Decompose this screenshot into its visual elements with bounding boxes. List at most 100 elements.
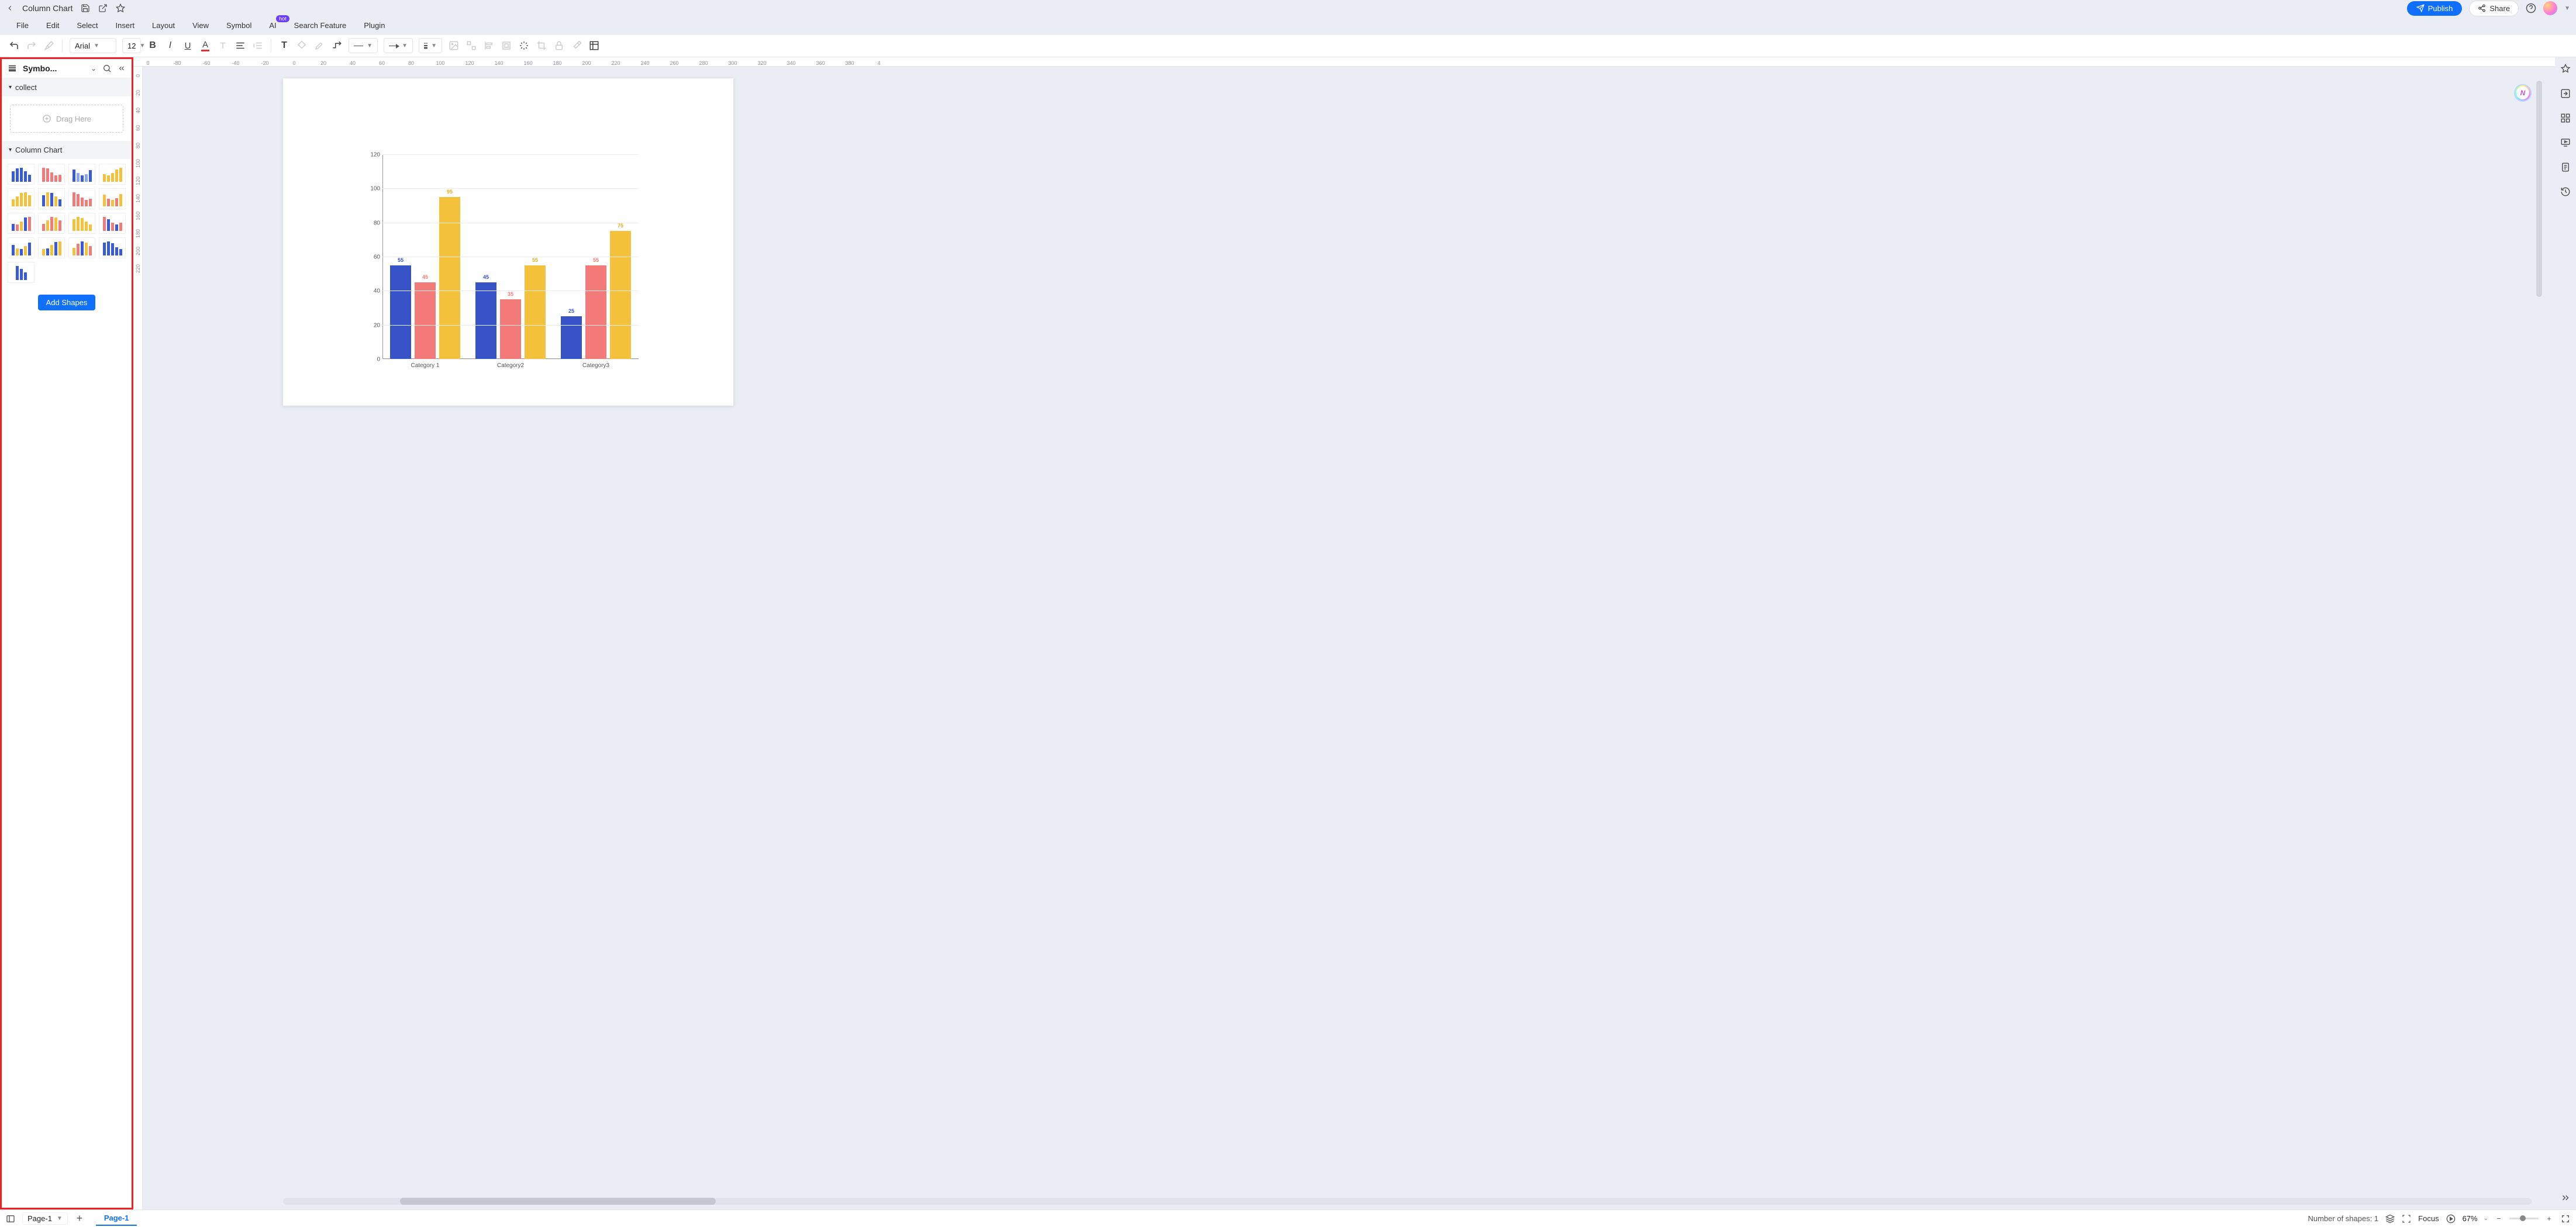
group-icon[interactable] (501, 40, 512, 51)
play-icon[interactable] (2446, 1214, 2456, 1223)
section-collect[interactable]: ▾ collect (2, 78, 132, 96)
avatar-caret-icon[interactable]: ▼ (2564, 5, 2570, 12)
text-box-icon[interactable]: T (278, 40, 290, 51)
shape-thumb[interactable] (68, 188, 95, 209)
font-size-select[interactable]: 12 ▼ (122, 38, 141, 53)
shape-thumb[interactable] (38, 213, 65, 234)
layers-icon[interactable] (2385, 1214, 2395, 1223)
zoom-in-icon[interactable]: + (2544, 1214, 2554, 1223)
chevron-down-icon[interactable]: ⌄ (2484, 1215, 2488, 1222)
menu-item-ai[interactable]: AIhot (269, 21, 276, 30)
connector-icon[interactable] (331, 40, 343, 51)
ai-badge[interactable]: N (2514, 84, 2532, 102)
settings-icon[interactable] (571, 40, 582, 51)
focus-label[interactable]: Focus (2418, 1214, 2439, 1223)
align-left-icon[interactable] (483, 40, 495, 51)
save-icon[interactable] (81, 4, 90, 13)
font-color-icon[interactable]: A (199, 40, 211, 51)
data-table-icon[interactable] (588, 40, 600, 51)
star-icon[interactable] (116, 4, 125, 13)
menu-item-select[interactable]: Select (77, 21, 98, 30)
arrow-style-select[interactable]: ▼ (384, 38, 413, 53)
shape-thumb[interactable] (8, 164, 35, 185)
canvas-viewport[interactable]: 554595453555255575 020406080100120Catego… (143, 67, 2555, 1209)
lock-icon[interactable] (553, 40, 565, 51)
zoom-slider[interactable] (2509, 1218, 2539, 1219)
font-select[interactable]: Arial ▼ (70, 38, 116, 53)
fullscreen-icon[interactable] (2561, 1214, 2570, 1223)
menu-item-symbol[interactable]: Symbol (226, 21, 251, 30)
shape-thumb[interactable] (8, 188, 35, 209)
shape-thumb[interactable] (99, 164, 126, 185)
crop-icon[interactable] (536, 40, 547, 51)
shape-icon[interactable] (465, 40, 477, 51)
theme-icon[interactable] (2560, 63, 2571, 75)
text-style-icon[interactable]: T (217, 40, 229, 51)
format-painter-icon[interactable] (43, 40, 55, 51)
menu-item-view[interactable]: View (192, 21, 209, 30)
shape-thumb[interactable] (68, 213, 95, 234)
menu-item-file[interactable]: File (16, 21, 29, 30)
line-weight-select[interactable]: ▼ (419, 38, 442, 53)
shape-thumb[interactable] (99, 213, 126, 234)
align-icon[interactable] (235, 40, 246, 51)
bold-icon[interactable]: B (147, 40, 158, 51)
page-select[interactable]: Page-1 ▼ (22, 1212, 68, 1225)
shape-thumb[interactable] (99, 188, 126, 209)
shape-thumb[interactable] (99, 237, 126, 258)
present-icon[interactable] (2560, 137, 2571, 148)
canvas-page[interactable]: 554595453555255575 020406080100120Catego… (283, 78, 733, 406)
fill-icon[interactable] (296, 40, 308, 51)
shape-thumb[interactable] (38, 188, 65, 209)
shape-thumb[interactable] (8, 262, 35, 283)
zoom-out-icon[interactable]: − (2494, 1214, 2503, 1223)
vertical-scrollbar[interactable] (2536, 77, 2542, 1192)
avatar[interactable] (2543, 1, 2557, 15)
menu-item-layout[interactable]: Layout (152, 21, 175, 30)
add-shapes-button[interactable]: Add Shapes (38, 295, 96, 310)
collapse-right-icon[interactable] (2560, 1192, 2571, 1204)
image-icon[interactable] (448, 40, 460, 51)
search-icon[interactable] (102, 64, 112, 73)
menu-item-search-feature[interactable]: Search Feature (294, 21, 347, 30)
column-chart[interactable]: 554595453555255575 020406080100120Catego… (365, 154, 646, 376)
line-style-select[interactable]: ▼ (349, 38, 378, 53)
apps-icon[interactable] (2560, 112, 2571, 124)
magic-icon[interactable] (518, 40, 530, 51)
menu-item-insert[interactable]: Insert (116, 21, 135, 30)
expand-all-icon[interactable]: ⌄ (91, 64, 96, 72)
shape-thumb[interactable] (8, 237, 35, 258)
italic-icon[interactable]: I (164, 40, 176, 51)
redo-icon[interactable] (26, 40, 37, 51)
focus-target-icon[interactable] (2402, 1214, 2411, 1223)
drag-here-drop[interactable]: Drag Here (10, 105, 123, 133)
notes-icon[interactable] (2560, 161, 2571, 173)
add-page-icon[interactable]: + (75, 1214, 84, 1223)
help-icon[interactable] (2526, 3, 2536, 13)
page-tab-active[interactable]: Page-1 (96, 1211, 137, 1226)
outline-icon[interactable] (6, 1214, 15, 1223)
shape-thumb[interactable] (68, 164, 95, 185)
shape-thumb[interactable] (38, 237, 65, 258)
undo-icon[interactable] (8, 40, 20, 51)
highlight-icon[interactable] (313, 40, 325, 51)
collapse-panel-icon[interactable] (118, 64, 126, 72)
menu-item-plugin[interactable]: Plugin (364, 21, 385, 30)
back-icon[interactable] (6, 4, 14, 12)
shape-thumb[interactable] (38, 164, 65, 185)
menu-item-edit[interactable]: Edit (46, 21, 59, 30)
export-icon[interactable] (2560, 88, 2571, 99)
underline-icon[interactable]: U (182, 40, 194, 51)
history-icon[interactable] (2560, 186, 2571, 198)
publish-button[interactable]: Publish (2407, 1, 2463, 16)
line-spacing-icon[interactable] (252, 40, 264, 51)
zoom-value[interactable]: 67% (2463, 1214, 2478, 1223)
section-column-chart[interactable]: ▾ Column Chart (2, 141, 132, 159)
shape-thumb[interactable] (8, 213, 35, 234)
share-button[interactable]: Share (2469, 1, 2519, 16)
shape-thumb[interactable] (68, 237, 95, 258)
horizontal-scrollbar[interactable] (283, 1198, 2532, 1205)
open-external-icon[interactable] (98, 4, 108, 13)
chevron-down-icon: ▼ (139, 43, 145, 49)
library-icon[interactable] (8, 64, 17, 73)
